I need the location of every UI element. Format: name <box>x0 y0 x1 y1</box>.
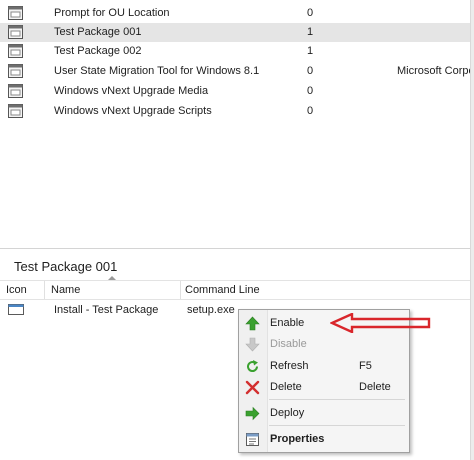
menu-item-delete[interactable]: Delete Delete <box>239 377 409 397</box>
package-row[interactable]: Windows vNext Upgrade Media 0 <box>0 82 474 101</box>
package-row[interactable]: User State Migration Tool for Windows 8.… <box>0 62 474 81</box>
deploy-arrow-icon <box>245 406 260 421</box>
package-name: Windows vNext Upgrade Media <box>54 85 209 97</box>
green-up-arrow-icon <box>245 316 260 331</box>
package-row[interactable]: Test Package 002 1 <box>0 42 474 61</box>
package-manufacturer: Microsoft Corpo <box>397 65 474 77</box>
menu-item-shortcut: Delete <box>359 381 391 393</box>
menu-item-deploy[interactable]: Deploy <box>239 403 409 423</box>
menu-item-label: Deploy <box>270 407 305 419</box>
pane-splitter[interactable] <box>0 248 470 249</box>
package-row-selected[interactable]: Test Package 001 1 <box>0 23 474 42</box>
menu-item-label: Delete <box>270 381 302 393</box>
menu-item-label: Enable <box>270 317 305 329</box>
package-icon <box>8 104 23 118</box>
column-command-line[interactable]: Command Line <box>185 284 260 296</box>
refresh-icon <box>247 360 259 373</box>
menu-item-refresh[interactable]: Refresh F5 <box>239 356 409 376</box>
menu-item-label: Disable <box>270 338 307 350</box>
package-name: Windows vNext Upgrade Scripts <box>54 105 212 117</box>
program-name: Install - Test Package <box>54 304 159 316</box>
package-name: Test Package 002 <box>54 45 142 57</box>
package-count: 0 <box>307 7 314 19</box>
package-row[interactable]: Windows vNext Upgrade Scripts 0 <box>0 102 474 121</box>
gray-down-arrow-icon <box>245 337 260 352</box>
package-icon <box>8 25 23 39</box>
delete-x-icon <box>245 380 260 395</box>
menu-item-disable[interactable]: Disable <box>239 334 409 354</box>
column-divider[interactable] <box>44 281 45 299</box>
vertical-scrollbar-edge[interactable] <box>470 0 474 460</box>
annotation-arrow-icon <box>330 313 431 333</box>
menu-item-properties[interactable]: Properties <box>239 429 409 449</box>
package-name: Prompt for OU Location <box>54 7 170 19</box>
package-row[interactable]: Prompt for OU Location 0 <box>0 4 474 23</box>
package-count: 0 <box>307 105 314 117</box>
details-column-header: Icon Name Command Line <box>0 280 470 300</box>
menu-item-shortcut: F5 <box>359 360 372 372</box>
properties-icon <box>246 433 259 446</box>
package-name: User State Migration Tool for Windows 8.… <box>54 65 260 77</box>
program-command-line: setup.exe <box>187 304 235 316</box>
column-icon[interactable]: Icon <box>6 284 27 296</box>
package-icon <box>8 6 23 20</box>
menu-item-label: Refresh <box>270 360 309 372</box>
package-count: 1 <box>307 45 314 57</box>
package-count: 0 <box>307 65 314 77</box>
details-title: Test Package 001 <box>14 259 118 274</box>
package-icon <box>8 84 23 98</box>
menu-item-label: Properties <box>270 433 325 445</box>
menu-separator <box>269 425 405 426</box>
program-window-icon <box>8 304 24 315</box>
package-icon <box>8 44 23 58</box>
menu-separator <box>269 399 405 400</box>
package-count: 0 <box>307 85 314 97</box>
package-icon <box>8 64 23 78</box>
package-name: Test Package 001 <box>54 26 142 38</box>
column-divider[interactable] <box>180 281 181 299</box>
column-name[interactable]: Name <box>51 284 80 296</box>
package-count: 1 <box>307 26 314 38</box>
package-list: Prompt for OU Location 0 Test Package 00… <box>0 0 474 248</box>
